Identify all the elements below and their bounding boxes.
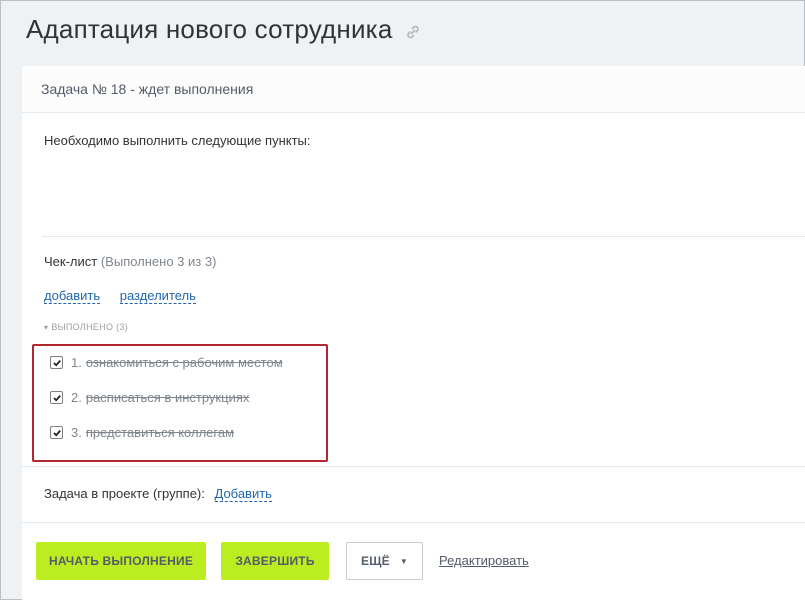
checklist-item: 2. расписаться в инструкциях	[50, 390, 249, 405]
item-number: 3.	[71, 425, 82, 440]
divider	[22, 522, 805, 523]
page-header: Адаптация нового сотрудника	[26, 14, 421, 45]
checkbox[interactable]	[50, 426, 63, 439]
checklist-title-label: Чек-лист	[44, 254, 98, 269]
checklist-actions: добавить разделитель	[44, 288, 196, 304]
divider	[22, 466, 805, 467]
project-row: Задача в проекте (группе): Добавить	[44, 486, 272, 502]
add-project-link[interactable]: Добавить	[214, 486, 272, 502]
check-icon	[52, 359, 61, 367]
item-text: ознакомиться с рабочим местом	[85, 355, 283, 370]
link-icon[interactable]	[405, 24, 421, 40]
checklist-item: 3. представиться коллегам	[50, 425, 234, 440]
done-label: выполнено	[51, 322, 114, 332]
more-label: Ещё	[361, 554, 390, 568]
checklist-item: 1. ознакомиться с рабочим местом	[50, 355, 283, 370]
check-icon	[52, 394, 61, 402]
task-card: Задача № 18 - ждет выполнения Необходимо…	[22, 66, 805, 600]
add-separator-link[interactable]: разделитель	[119, 288, 196, 304]
edit-link[interactable]: Редактировать	[439, 553, 529, 568]
add-item-link[interactable]: добавить	[44, 288, 101, 304]
item-text: расписаться в инструкциях	[85, 390, 250, 405]
checkbox[interactable]	[50, 391, 63, 404]
divider	[42, 236, 805, 237]
more-menu-button[interactable]: Ещё ▼	[346, 542, 423, 580]
collapse-caret-icon: ▾	[44, 323, 49, 332]
start-task-button[interactable]: Начать выполнение	[36, 542, 206, 580]
task-header: Задача № 18 - ждет выполнения	[22, 66, 805, 113]
checklist-title: Чек-лист (Выполнено 3 из 3)	[44, 254, 216, 269]
item-number: 2.	[71, 390, 82, 405]
dropdown-arrow-icon: ▼	[399, 556, 408, 566]
checklist-progress: (Выполнено 3 из 3)	[100, 254, 217, 269]
page-title: Адаптация нового сотрудника	[26, 14, 393, 44]
done-count: (3)	[116, 322, 128, 332]
done-group-toggle[interactable]: ▾ выполнено (3)	[44, 322, 128, 332]
project-label: Задача в проекте (группе):	[44, 486, 205, 501]
item-text: представиться коллегам	[85, 425, 235, 440]
check-icon	[52, 429, 61, 437]
finish-task-button[interactable]: Завершить	[221, 542, 329, 580]
item-number: 1.	[71, 355, 82, 370]
checkbox[interactable]	[50, 356, 63, 369]
task-description: Необходимо выполнить следующие пункты:	[44, 133, 311, 148]
